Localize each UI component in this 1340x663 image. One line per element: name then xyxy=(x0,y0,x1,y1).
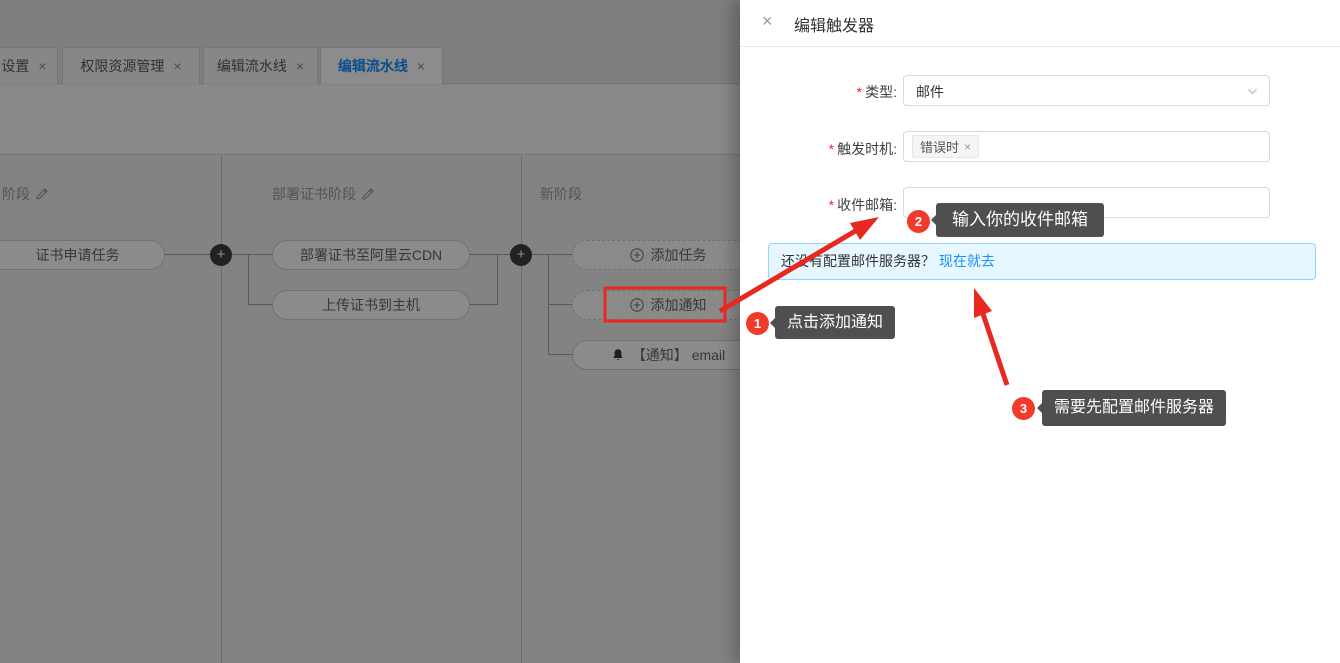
configure-now-link[interactable]: 现在就去 xyxy=(939,253,995,269)
step-number: 3 xyxy=(1020,401,1027,416)
chevron-down-icon xyxy=(1247,86,1258,97)
timing-multiselect[interactable]: 错误时 × xyxy=(903,131,1270,162)
label-text: 触发时机: xyxy=(837,141,897,157)
timing-tag[interactable]: 错误时 × xyxy=(912,135,979,158)
mail-server-notice: 还没有配置邮件服务器？ 现在就去 xyxy=(768,243,1316,280)
step-text: 点击添加通知 xyxy=(787,314,883,331)
notice-text: 还没有配置邮件服务器？ xyxy=(781,253,935,269)
label-text: 收件邮箱: xyxy=(837,197,897,213)
drawer-title: 编辑触发器 xyxy=(794,12,874,36)
step-2-tooltip: 输入你的收件邮箱 xyxy=(936,203,1104,237)
type-select[interactable]: 邮件 xyxy=(903,75,1270,106)
required-mark: * xyxy=(829,197,834,213)
type-field-label: *类型: xyxy=(740,82,897,102)
step-text: 需要先配置邮件服务器 xyxy=(1054,399,1214,416)
step-number: 1 xyxy=(754,316,761,331)
tag-text: 错误时 xyxy=(920,137,959,156)
step-text: 输入你的收件邮箱 xyxy=(952,210,1088,229)
drawer-backdrop-mask[interactable] xyxy=(0,0,740,663)
step-3-tooltip: 需要先配置邮件服务器 xyxy=(1042,390,1226,426)
step-number: 2 xyxy=(915,214,922,229)
close-icon[interactable]: × xyxy=(762,12,773,30)
required-mark: * xyxy=(857,84,862,100)
drawer-header: × 编辑触发器 xyxy=(740,0,1340,47)
required-mark: * xyxy=(829,141,834,157)
step-1-tooltip: 点击添加通知 xyxy=(775,306,895,339)
screen: 设置 × 权限资源管理 × 编辑流水线 × 编辑流水线 × 阶段 xyxy=(0,0,1340,663)
email-field-label: *收件邮箱: xyxy=(740,195,897,215)
timing-field-label: *触发时机: xyxy=(740,139,897,159)
tag-close-icon[interactable]: × xyxy=(964,141,971,153)
type-select-value: 邮件 xyxy=(916,82,944,102)
label-text: 类型: xyxy=(865,84,897,100)
